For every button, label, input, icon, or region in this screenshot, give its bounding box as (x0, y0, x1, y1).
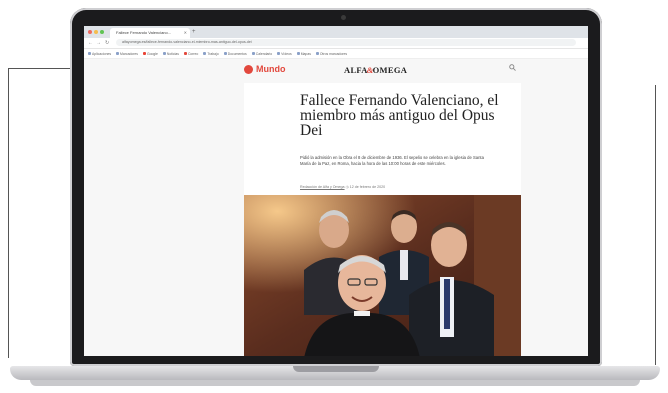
tab-title: Fallece Fernando Valenciano... (116, 30, 172, 35)
bookmark-item[interactable]: Aplicaciones (88, 52, 111, 56)
article-lead: Pidió la admisión en la Obra el 8 de dic… (300, 155, 484, 166)
bookmark-item[interactable]: Calendario (251, 52, 272, 56)
site-logo[interactable]: ALFA&OMEGA (344, 65, 407, 75)
laptop-screen: Fallece Fernando Valenciano... ✕ + ← → ↻… (84, 26, 588, 356)
bookmark-item[interactable]: Marcadores (116, 52, 138, 56)
bookmark-item[interactable]: Mapas (296, 52, 311, 56)
forward-icon[interactable]: → (96, 39, 101, 47)
author[interactable]: Redacción de Alfa y Omega (300, 185, 345, 189)
browser-toolbar: ← → ↻ alfayomega.es/fallece-fernando-val… (84, 38, 588, 49)
article-photo (244, 195, 521, 356)
section-icon (244, 64, 253, 74)
maximize-window-button[interactable] (100, 30, 104, 34)
section-link[interactable]: Mundo (244, 64, 286, 74)
bookmark-item[interactable]: Vídeos (277, 52, 292, 56)
bookmark-item[interactable]: Google (142, 52, 158, 56)
back-icon[interactable]: ← (88, 39, 93, 47)
right-frame-line (655, 85, 656, 365)
bookmark-item[interactable]: Correo (183, 52, 198, 56)
top-frame-line (8, 68, 72, 69)
tab-bar: Fallece Fernando Valenciano... ✕ + (84, 26, 588, 38)
new-tab-button[interactable]: + (192, 28, 196, 36)
article-byline: Redacción de Alfa y Omega ◷ 12 de febrer… (300, 185, 385, 189)
article-card: Fallece Fernando Valenciano, el miembro … (244, 83, 521, 356)
search-icon[interactable] (509, 64, 516, 73)
left-frame-line (8, 68, 9, 358)
reload-icon[interactable]: ↻ (105, 39, 109, 47)
article-headline[interactable]: Fallece Fernando Valenciano, el miembro … (300, 93, 500, 139)
browser-tab[interactable]: Fallece Fernando Valenciano... ✕ (110, 28, 190, 38)
bookmark-item[interactable]: Noticias (162, 52, 179, 56)
bookmark-item[interactable]: Otros marcadores (315, 52, 347, 56)
camera (341, 15, 346, 20)
laptop-base-shadow (30, 380, 640, 386)
site-header: Mundo ALFA&OMEGA (84, 59, 588, 79)
bookmark-item[interactable]: Documentos (223, 52, 247, 56)
laptop-notch (293, 366, 379, 372)
bookmark-item[interactable]: Trabajo (203, 52, 219, 56)
web-page: Mundo ALFA&OMEGA Fallece Fernando Valenc… (84, 59, 588, 356)
section-label: Mundo (256, 64, 286, 74)
publish-date: 12 de febrero de 2020 (349, 185, 386, 189)
address-bar[interactable]: alfayomega.es/fallece-fernando-valencian… (116, 39, 576, 46)
bookmarks-bar: Aplicaciones Marcadores Google Noticias … (84, 49, 588, 59)
window-controls (88, 30, 104, 34)
minimize-window-button[interactable] (94, 30, 98, 34)
close-window-button[interactable] (88, 30, 92, 34)
close-icon[interactable]: ✕ (184, 28, 187, 38)
